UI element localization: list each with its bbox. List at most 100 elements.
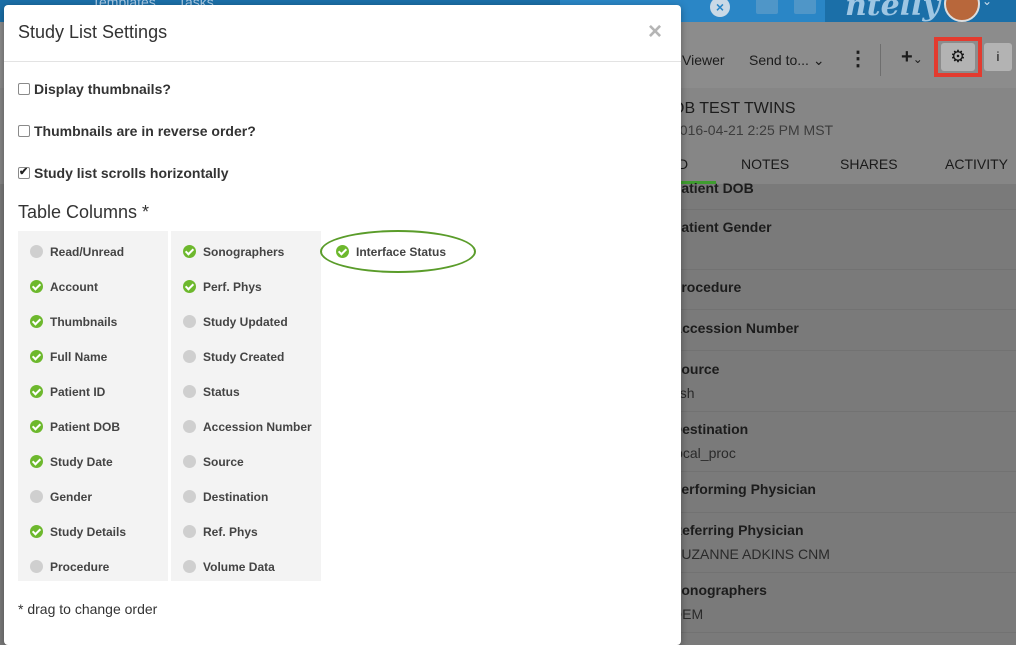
toolbar-divider [880, 44, 881, 76]
viewer-button[interactable]: Viewer [682, 52, 725, 68]
field-accession-number: Accession Number [672, 320, 1016, 351]
check-circle-icon[interactable] [183, 280, 196, 293]
tab-activity[interactable]: ACTIVITY [945, 156, 1008, 172]
field-label: Destination [672, 421, 749, 437]
column-toggle-source[interactable]: Source [171, 441, 321, 476]
field-label: Procedure [672, 279, 742, 295]
check-circle-icon[interactable] [30, 315, 43, 328]
check-circle-icon[interactable] [30, 385, 43, 398]
circle-icon[interactable] [183, 420, 196, 433]
drag-hint: * drag to change order [18, 601, 158, 617]
circle-icon[interactable] [183, 560, 196, 573]
circle-icon[interactable] [183, 455, 196, 468]
list-view-icon[interactable] [756, 0, 778, 14]
chevron-down-icon: ⌄ [812, 52, 825, 68]
circle-icon[interactable] [30, 245, 43, 258]
more-menu-icon[interactable]: ⋮ [848, 46, 868, 71]
column-label: Study Date [50, 455, 113, 469]
column-toggle-account[interactable]: Account [18, 266, 168, 301]
chevron-down-icon[interactable]: ⌄ [982, 0, 992, 8]
field-patient-dob: Patient DOB [672, 180, 1016, 210]
field-destination: Destination local_proc [672, 421, 1016, 472]
column-label: Study Details [50, 525, 127, 539]
field-value: DEM [672, 606, 704, 622]
column-toggle-study-date[interactable]: Study Date [18, 441, 168, 476]
check-circle-icon[interactable] [183, 245, 196, 258]
reverse-thumbnails-checkbox[interactable] [18, 125, 30, 137]
column-label: Full Name [50, 350, 108, 364]
field-source: Source osh [672, 361, 1016, 412]
table-columns-heading: Table Columns * [18, 202, 150, 222]
send-to-dropdown[interactable]: Send to... ⌄ [749, 52, 825, 69]
option-label: Study list scrolls horizontally [34, 165, 229, 181]
circle-icon[interactable] [30, 490, 43, 503]
column-label: Source [203, 455, 244, 469]
column-toggle-interface-status[interactable]: Interface Status [324, 231, 474, 266]
field-value: SUZANNE ADKINS CNM [672, 546, 830, 562]
column-toggle-gender[interactable]: Gender [18, 476, 168, 511]
column-toggle-read-unread[interactable]: Read/Unread [18, 231, 168, 266]
tab-notes[interactable]: NOTES [741, 156, 789, 172]
column-toggle-sonographers[interactable]: Sonographers [171, 231, 321, 266]
check-circle-icon[interactable] [30, 280, 43, 293]
info-icon[interactable]: i [984, 43, 1012, 71]
option-reverse-thumbnails[interactable]: Thumbnails are in reverse order? [18, 123, 256, 139]
study-date: 2016-04-21 2:25 PM MST [672, 122, 834, 138]
column-label: Gender [50, 490, 93, 504]
grid-view-icon[interactable] [794, 0, 816, 14]
check-circle-icon[interactable] [30, 420, 43, 433]
display-thumbnails-checkbox[interactable] [18, 83, 30, 95]
column-toggle-study-created[interactable]: Study Created [171, 336, 321, 371]
avatar[interactable] [944, 0, 980, 22]
column-label: Patient DOB [50, 420, 121, 434]
column-label: Study Created [203, 350, 285, 364]
column-label: Patient ID [50, 385, 106, 399]
column-toggle-study-details[interactable]: Study Details [18, 511, 168, 546]
plus-icon: + [901, 46, 913, 68]
add-dropdown[interactable]: +⌄ [901, 46, 923, 69]
circle-icon[interactable] [183, 315, 196, 328]
column-toggle-study-updated[interactable]: Study Updated [171, 301, 321, 336]
column-toggle-perf-phys[interactable]: Perf. Phys [171, 266, 321, 301]
column-toggle-volume-data[interactable]: Volume Data [171, 546, 321, 581]
column-toggle-accession-number[interactable]: Accession Number [171, 406, 321, 441]
check-circle-icon[interactable] [336, 245, 349, 258]
circle-icon[interactable] [183, 490, 196, 503]
circle-icon[interactable] [183, 385, 196, 398]
check-circle-icon[interactable] [30, 525, 43, 538]
gear-icon[interactable]: ⚙ [941, 43, 975, 71]
app-logo: ntelly [845, 0, 940, 23]
circle-icon[interactable] [183, 350, 196, 363]
close-icon[interactable]: × [648, 20, 662, 44]
column-toggle-status[interactable]: Status [171, 371, 321, 406]
field-sonographers: Sonographers DEM [672, 582, 1016, 633]
option-scroll-horizontally[interactable]: Study list scrolls horizontally [18, 165, 228, 181]
tab-shares[interactable]: SHARES [840, 156, 898, 172]
field-value: osh [672, 385, 695, 401]
column-toggle-full-name[interactable]: Full Name [18, 336, 168, 371]
field-value: F [672, 243, 1016, 259]
column-label: Destination [203, 490, 269, 504]
column-label: Read/Unread [50, 245, 125, 259]
patient-name: OB TEST TWINS [672, 100, 796, 117]
check-circle-icon[interactable] [30, 350, 43, 363]
field-label: Accession Number [672, 320, 799, 336]
circle-icon[interactable] [183, 525, 196, 538]
column-label: Volume Data [203, 560, 275, 574]
column-toggle-procedure[interactable]: Procedure [18, 546, 168, 581]
column-label: Accession Number [203, 420, 312, 434]
circle-icon[interactable] [30, 560, 43, 573]
field-referring-physician: Referring Physician SUZANNE ADKINS CNM [672, 522, 1016, 573]
option-display-thumbnails[interactable]: Display thumbnails? [18, 81, 171, 97]
column-toggle-thumbnails[interactable]: Thumbnails [18, 301, 168, 336]
scroll-horizontally-checkbox[interactable] [18, 165, 30, 179]
chevron-down-icon: ⌄ [912, 52, 923, 66]
column-toggle-destination[interactable]: Destination [171, 476, 321, 511]
dialog-header: Study List Settings × [4, 5, 681, 62]
field-label: Performing Physician [672, 481, 816, 497]
column-toggle-patient-id[interactable]: Patient ID [18, 371, 168, 406]
check-circle-icon[interactable] [30, 455, 43, 468]
study-list-settings-dialog: Study List Settings × Display thumbnails… [4, 5, 681, 645]
column-toggle-patient-dob[interactable]: Patient DOB [18, 406, 168, 441]
column-toggle-ref-phys[interactable]: Ref. Phys [171, 511, 321, 546]
